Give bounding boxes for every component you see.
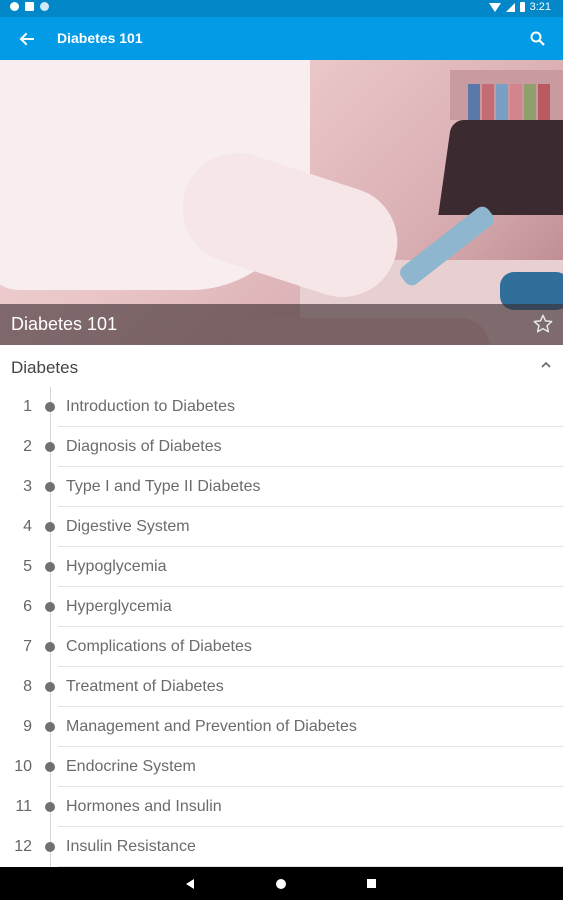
status-icons-left: [10, 2, 49, 11]
hero-caption: Diabetes 101: [0, 304, 563, 345]
chapter-item[interactable]: 8 Treatment of Diabetes: [0, 667, 563, 707]
chapter-item[interactable]: 9 Management and Prevention of Diabetes: [0, 707, 563, 747]
chapter-number: 1: [23, 398, 32, 415]
chapter-number: 3: [23, 478, 32, 495]
star-outline-icon: [533, 314, 553, 333]
timeline-dot-icon: [45, 842, 55, 852]
chapter-item[interactable]: 4 Digestive System: [0, 507, 563, 547]
chapter-title: Digestive System: [66, 518, 190, 535]
chapter-number: 4: [23, 518, 32, 535]
status-icons-right: 3:21: [488, 1, 551, 13]
hero-laptop: [438, 120, 563, 215]
search-icon: [530, 31, 545, 46]
chapter-item[interactable]: 12 Insulin Resistance: [0, 827, 563, 867]
chapter-number: 7: [23, 638, 32, 655]
section-title: Diabetes: [11, 358, 79, 377]
chapter-title: Complications of Diabetes: [66, 638, 252, 655]
chapter-title: Hormones and Insulin: [66, 798, 222, 815]
chapter-number: 2: [23, 438, 32, 455]
chapter-number: 11: [15, 798, 32, 815]
chapter-title: Hyperglycemia: [66, 598, 172, 615]
timeline-dot-icon: [45, 442, 55, 452]
chapter-title: Introduction to Diabetes: [66, 398, 235, 415]
wifi-icon: [488, 2, 501, 12]
chapter-item[interactable]: 2 Diagnosis of Diabetes: [0, 427, 563, 467]
chapter-title: Treatment of Diabetes: [66, 678, 224, 695]
chevron-up-icon: [541, 361, 551, 368]
sd-card-icon: [25, 2, 34, 11]
chapter-title: Endocrine System: [66, 758, 196, 775]
chapter-item[interactable]: 5 Hypoglycemia: [0, 547, 563, 587]
notification-dot-icon: [40, 2, 49, 11]
chapter-number: 5: [23, 558, 32, 575]
chapter-number: 8: [23, 678, 32, 695]
chapter-item[interactable]: 10 Endocrine System: [0, 747, 563, 787]
app-bar: Diabetes 101: [0, 17, 563, 60]
hero-image: Diabetes 101: [0, 60, 563, 345]
chapter-item[interactable]: 1 Introduction to Diabetes: [0, 387, 563, 427]
nav-home-icon[interactable]: [276, 879, 286, 889]
status-time: 3:21: [529, 1, 551, 13]
collapse-button[interactable]: [539, 358, 553, 372]
chapter-number: 12: [14, 838, 32, 855]
settings-icon: [10, 2, 19, 11]
chapter-list: 1 Introduction to Diabetes 2 Diagnosis of D…: [0, 387, 563, 867]
chapter-title: Management and Prevention of Diabetes: [66, 718, 357, 735]
nav-recents-icon[interactable]: [367, 879, 376, 888]
chapter-item[interactable]: 7 Complications of Diabetes: [0, 627, 563, 667]
search-button[interactable]: [525, 26, 551, 52]
timeline-dot-icon: [45, 762, 55, 772]
chapter-title: Type I and Type II Diabetes: [66, 478, 261, 495]
app-title: Diabetes 101: [57, 30, 143, 46]
timeline-dot-icon: [45, 522, 55, 532]
arrow-back-icon: [19, 32, 34, 46]
timeline-dot-icon: [45, 402, 55, 412]
chapter-title: Diagnosis of Diabetes: [66, 438, 222, 455]
hero-bookshelf: [450, 70, 563, 126]
battery-icon: [519, 2, 525, 12]
timeline-dot-icon: [45, 642, 55, 652]
status-bar: 3:21: [0, 0, 563, 17]
chapter-number: 9: [23, 718, 32, 735]
chapter-number: 6: [23, 598, 32, 615]
system-nav-bar: [0, 867, 563, 900]
chapter-title: Insulin Resistance: [66, 838, 196, 855]
chapter-number: 10: [14, 758, 32, 775]
chapter-item[interactable]: 6 Hyperglycemia: [0, 587, 563, 627]
timeline-dot-icon: [45, 602, 55, 612]
chapter-item[interactable]: 11 Hormones and Insulin: [0, 787, 563, 827]
timeline-dot-icon: [45, 562, 55, 572]
chapter-title: Hypoglycemia: [66, 558, 167, 575]
hero-title: Diabetes 101: [11, 314, 118, 334]
signal-icon: [505, 2, 515, 12]
section-header[interactable]: Diabetes: [0, 345, 563, 387]
chapter-item[interactable]: 3 Type I and Type II Diabetes: [0, 467, 563, 507]
back-button[interactable]: [14, 26, 40, 52]
timeline-dot-icon: [45, 682, 55, 692]
timeline-dot-icon: [45, 802, 55, 812]
timeline-dot-icon: [45, 722, 55, 732]
nav-back-icon[interactable]: [186, 879, 194, 889]
timeline-dot-icon: [45, 482, 55, 492]
favorite-button[interactable]: [532, 313, 554, 335]
